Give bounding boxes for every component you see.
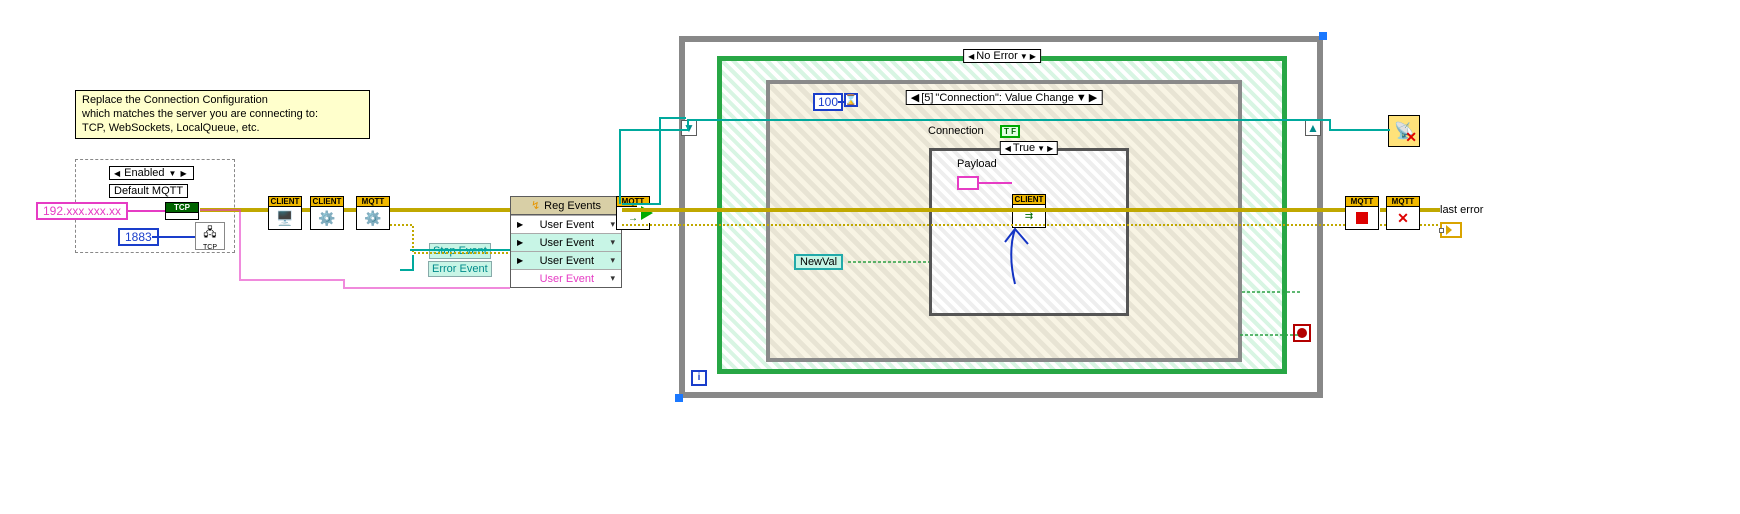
close-x-icon: ✕: [1387, 207, 1419, 229]
reg-events-title: Reg Events: [544, 200, 601, 212]
inner-case-selector[interactable]: ◀ True ▼ ▶: [1000, 141, 1058, 155]
case-dd-icon[interactable]: ▼: [1020, 52, 1028, 61]
monitor-icon: 🖥️: [269, 207, 301, 229]
register-for-events-node[interactable]: ↯ Reg Events ▶ User Event ▾ ▶ User Event…: [510, 196, 622, 288]
gear-icon: ⚙️: [311, 207, 343, 229]
reg-events-row-0[interactable]: ▶ User Event ▾: [511, 233, 621, 251]
run-arrow-icon: [637, 203, 657, 223]
reg-events-row-0-value: User Event: [540, 237, 594, 249]
comment-line-2: which matches the server you are connect…: [82, 108, 363, 122]
arrow-annotation-icon: [980, 224, 1050, 294]
comment-note: Replace the Connection Configuration whi…: [75, 90, 370, 139]
client-header-1: CLIENT: [269, 197, 301, 207]
case-prev-icon[interactable]: ◀: [968, 52, 974, 61]
gear-icon: ⚙️: [357, 207, 389, 229]
mqtt-destroy-subvi[interactable]: MQTT ✕: [1386, 196, 1420, 230]
dropdown-arrow-icon[interactable]: ▾: [610, 219, 615, 230]
tcp-open-subvi[interactable]: TCP: [165, 202, 199, 220]
error-case-value: No Error: [976, 50, 1018, 62]
stop-icon: [1356, 212, 1368, 224]
tcp-header: TCP: [166, 203, 198, 213]
error-case-selector[interactable]: ◀ No Error ▼ ▶: [963, 49, 1041, 63]
block-diagram: Replace the Connection Configuration whi…: [0, 0, 1740, 514]
connection-bool-terminal: T F: [1000, 125, 1020, 138]
inner-client-header: CLIENT: [1013, 195, 1045, 205]
chevron-right-icon: ▶: [517, 238, 523, 247]
comment-line-1: Replace the Connection Configuration: [82, 94, 363, 108]
chevron-right-icon: ▶: [517, 256, 523, 265]
event-data-newval: NewVal: [794, 254, 843, 270]
inner-case-value: True: [1013, 142, 1035, 154]
unregister-events-node[interactable]: 📡 ✕: [1388, 115, 1420, 147]
server-ip-constant[interactable]: 192.xxx.xxx.xx: [36, 202, 128, 220]
tcp-icon: 🖧 TCP: [195, 222, 225, 250]
reg-events-row-0-value: User Event: [540, 219, 594, 231]
comment-line-3: TCP, WebSockets, LocalQueue, etc.: [82, 122, 363, 136]
loop-stop-terminal: [1293, 324, 1311, 342]
iteration-terminal: i: [691, 370, 707, 386]
dropdown-arrow-icon[interactable]: ▾: [610, 273, 615, 284]
reg-events-row-2[interactable]: ▶ User Event ▾: [511, 269, 621, 287]
reg-events-header: ↯ Reg Events: [511, 197, 621, 215]
event-text: "Connection": Value Change: [935, 92, 1073, 104]
inner-case-next-icon[interactable]: ▶: [1047, 144, 1053, 153]
error-cluster-icon: [1446, 225, 1452, 235]
reg-events-row-2-value: User Event: [540, 273, 594, 285]
x-overlay-icon: ✕: [1405, 129, 1417, 146]
reg-events-row-1[interactable]: ▶ User Event ▾: [511, 251, 621, 269]
event-dd-icon[interactable]: ▼: [1076, 92, 1087, 104]
mqtt-connect-subvi[interactable]: MQTT ⚙️: [356, 196, 390, 230]
mqtt-disconnect-subvi[interactable]: MQTT: [1345, 196, 1379, 230]
event-idx: [5]: [921, 92, 933, 104]
dropdown-arrow-icon[interactable]: ▾: [610, 237, 615, 248]
event-prev-icon[interactable]: ◀: [911, 91, 919, 104]
event-timeout-constant[interactable]: 100: [813, 93, 843, 111]
inner-case-dd-icon[interactable]: ▼: [1037, 144, 1045, 153]
chevron-right-icon: ▶: [517, 220, 523, 229]
connection-label: Connection: [928, 125, 984, 137]
last-error-indicator: [1440, 222, 1462, 238]
shift-register-right-icon: ▲: [1305, 120, 1321, 136]
mqtt-header-3: MQTT: [1346, 197, 1378, 207]
server-port-constant[interactable]: 1883: [118, 228, 159, 246]
payload-string-control: [957, 176, 979, 190]
client-configure-subvi[interactable]: CLIENT ⚙️: [310, 196, 344, 230]
event-case-selector[interactable]: ◀ [5] "Connection": Value Change ▼ ▶: [906, 90, 1103, 105]
payload-label: Payload: [957, 158, 997, 170]
case-next-icon[interactable]: ▶: [1030, 52, 1036, 61]
mqtt-header-1: MQTT: [357, 197, 389, 207]
last-error-label: last error: [1440, 204, 1483, 216]
reg-events-row-0-left: Stop Event: [429, 243, 491, 259]
event-timeout-terminal-icon: ⌛: [844, 93, 858, 107]
reg-events-row-1-value: User Event: [540, 255, 594, 267]
client-header-2: CLIENT: [311, 197, 343, 207]
lightning-icon: ↯: [531, 199, 540, 212]
tcp-footer-label: TCP: [203, 244, 217, 251]
dropdown-arrow-icon[interactable]: ▾: [610, 255, 615, 266]
reg-events-row-1-left: Error Event: [428, 261, 492, 277]
event-next-icon[interactable]: ▶: [1089, 91, 1097, 104]
shift-register-left-icon: ▼: [681, 120, 697, 136]
client-create-subvi[interactable]: CLIENT 🖥️: [268, 196, 302, 230]
inner-case-prev-icon[interactable]: ◀: [1005, 144, 1011, 153]
mqtt-header-4: MQTT: [1387, 197, 1419, 207]
client-publish-subvi[interactable]: CLIENT ⇉: [1012, 194, 1046, 228]
